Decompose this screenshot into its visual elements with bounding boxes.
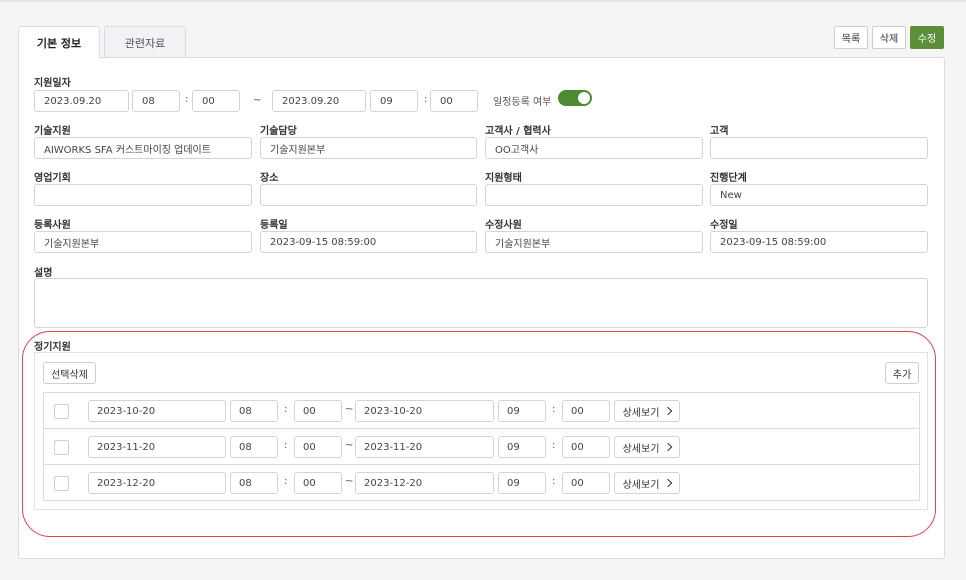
tech-support-label: 기술지원	[34, 126, 71, 137]
customer-input[interactable]	[710, 137, 928, 159]
regular-support-table: 2023-10-20 08 : 00 ~ 2023-10-20 09 : 00 …	[43, 392, 920, 501]
row-end-minute-input[interactable]: 00	[562, 436, 610, 458]
detail-button[interactable]: 상세보기	[614, 436, 680, 458]
row-start-hour-input[interactable]: 08	[230, 436, 278, 458]
description-label: 설명	[34, 268, 53, 279]
delete-button[interactable]: 삭제	[872, 26, 906, 49]
partner-label: 고객사 / 협력사	[485, 126, 551, 137]
range-separator: ~	[345, 440, 354, 451]
range-separator: ~	[345, 476, 354, 487]
tab-related-docs[interactable]: 관련자료	[104, 26, 186, 58]
support-type-label: 지원형태	[485, 173, 522, 184]
row-end-date-input[interactable]: 2023-11-20	[355, 436, 494, 458]
start-hour-input[interactable]: 08	[132, 90, 180, 112]
editor-input[interactable]: 기술지원본부	[485, 231, 703, 253]
time-separator: :	[552, 404, 556, 415]
regular-support-title: 정기지원	[34, 342, 71, 353]
calendar-toggle-switch[interactable]	[558, 90, 592, 106]
start-date-input[interactable]: 2023.09.20	[34, 90, 129, 112]
reg-date-label: 등록일	[260, 220, 288, 231]
row-end-hour-input[interactable]: 09	[498, 472, 546, 494]
tech-manager-input[interactable]: 기술지원본부	[260, 137, 477, 159]
time-separator: :	[552, 440, 556, 451]
detail-label: 상세보기	[622, 443, 660, 455]
row-end-hour-input[interactable]: 09	[498, 400, 546, 422]
row-start-minute-input[interactable]: 00	[294, 472, 342, 494]
end-hour-input[interactable]: 09	[370, 90, 418, 112]
tab-basic-info[interactable]: 기본 정보	[18, 26, 100, 59]
row-checkbox[interactable]	[54, 440, 69, 455]
top-divider	[0, 0, 966, 2]
end-minute-input[interactable]: 00	[430, 90, 478, 112]
row-end-minute-input[interactable]: 00	[562, 400, 610, 422]
time-separator: :	[284, 440, 288, 451]
range-separator: ~	[253, 95, 262, 106]
calendar-toggle-label: 일정등록 여부	[493, 97, 552, 108]
tech-manager-label: 기술담당	[260, 126, 297, 137]
detail-button[interactable]: 상세보기	[614, 472, 680, 494]
row-start-hour-input[interactable]: 08	[230, 400, 278, 422]
place-input[interactable]	[260, 184, 477, 206]
edit-date-input[interactable]: 2023-09-15 08:59:00	[710, 231, 928, 253]
row-start-minute-input[interactable]: 00	[294, 436, 342, 458]
detail-label: 상세보기	[622, 407, 660, 419]
stage-input[interactable]: New	[710, 184, 928, 206]
detail-button[interactable]: 상세보기	[614, 400, 680, 422]
toggle-knob	[578, 92, 590, 104]
place-label: 장소	[260, 173, 279, 184]
tech-support-input[interactable]: AIWORKS SFA 커스트마이징 업데이트	[34, 137, 252, 159]
range-separator: ~	[345, 404, 354, 415]
registrar-input[interactable]: 기술지원본부	[34, 231, 252, 253]
row-start-minute-input[interactable]: 00	[294, 400, 342, 422]
row-end-hour-input[interactable]: 09	[498, 436, 546, 458]
support-type-input[interactable]	[485, 184, 703, 206]
time-separator: :	[552, 476, 556, 487]
row-checkbox[interactable]	[54, 476, 69, 491]
time-separator: :	[284, 404, 288, 415]
stage-label: 진행단계	[710, 173, 747, 184]
edit-date-label: 수정일	[710, 220, 738, 231]
edit-button[interactable]: 수정	[910, 26, 944, 49]
row-start-hour-input[interactable]: 08	[230, 472, 278, 494]
detail-label: 상세보기	[622, 479, 660, 491]
delete-selected-button[interactable]: 선택삭제	[43, 362, 96, 384]
chevron-right-icon	[664, 478, 673, 488]
registrar-label: 등록사원	[34, 220, 71, 231]
schedule-label: 지원일자	[34, 78, 71, 89]
row-checkbox[interactable]	[54, 404, 69, 419]
description-textarea[interactable]	[34, 278, 928, 328]
list-button[interactable]: 목록	[834, 26, 868, 49]
row-end-minute-input[interactable]: 00	[562, 472, 610, 494]
time-separator: :	[185, 94, 189, 105]
reg-date-input[interactable]: 2023-09-15 08:59:00	[260, 231, 477, 253]
table-row: 2023-11-20 08 : 00 ~ 2023-11-20 09 : 00 …	[44, 429, 919, 465]
table-row: 2023-10-20 08 : 00 ~ 2023-10-20 09 : 00 …	[44, 393, 919, 429]
add-row-button[interactable]: 추가	[885, 362, 919, 384]
editor-label: 수정사원	[485, 220, 522, 231]
chevron-right-icon	[664, 442, 673, 452]
opportunity-label: 영업기회	[34, 173, 71, 184]
row-start-date-input[interactable]: 2023-12-20	[88, 472, 226, 494]
chevron-right-icon	[664, 406, 673, 416]
row-end-date-input[interactable]: 2023-12-20	[355, 472, 494, 494]
row-end-date-input[interactable]: 2023-10-20	[355, 400, 494, 422]
time-separator: :	[284, 476, 288, 487]
start-minute-input[interactable]: 00	[192, 90, 240, 112]
row-start-date-input[interactable]: 2023-11-20	[88, 436, 226, 458]
row-start-date-input[interactable]: 2023-10-20	[88, 400, 226, 422]
end-date-input[interactable]: 2023.09.20	[272, 90, 366, 112]
opportunity-input[interactable]	[34, 184, 252, 206]
table-row: 2023-12-20 08 : 00 ~ 2023-12-20 09 : 00 …	[44, 465, 919, 501]
time-separator: :	[424, 94, 428, 105]
customer-label: 고객	[710, 126, 729, 137]
partner-input[interactable]: OO고객사	[485, 137, 703, 159]
